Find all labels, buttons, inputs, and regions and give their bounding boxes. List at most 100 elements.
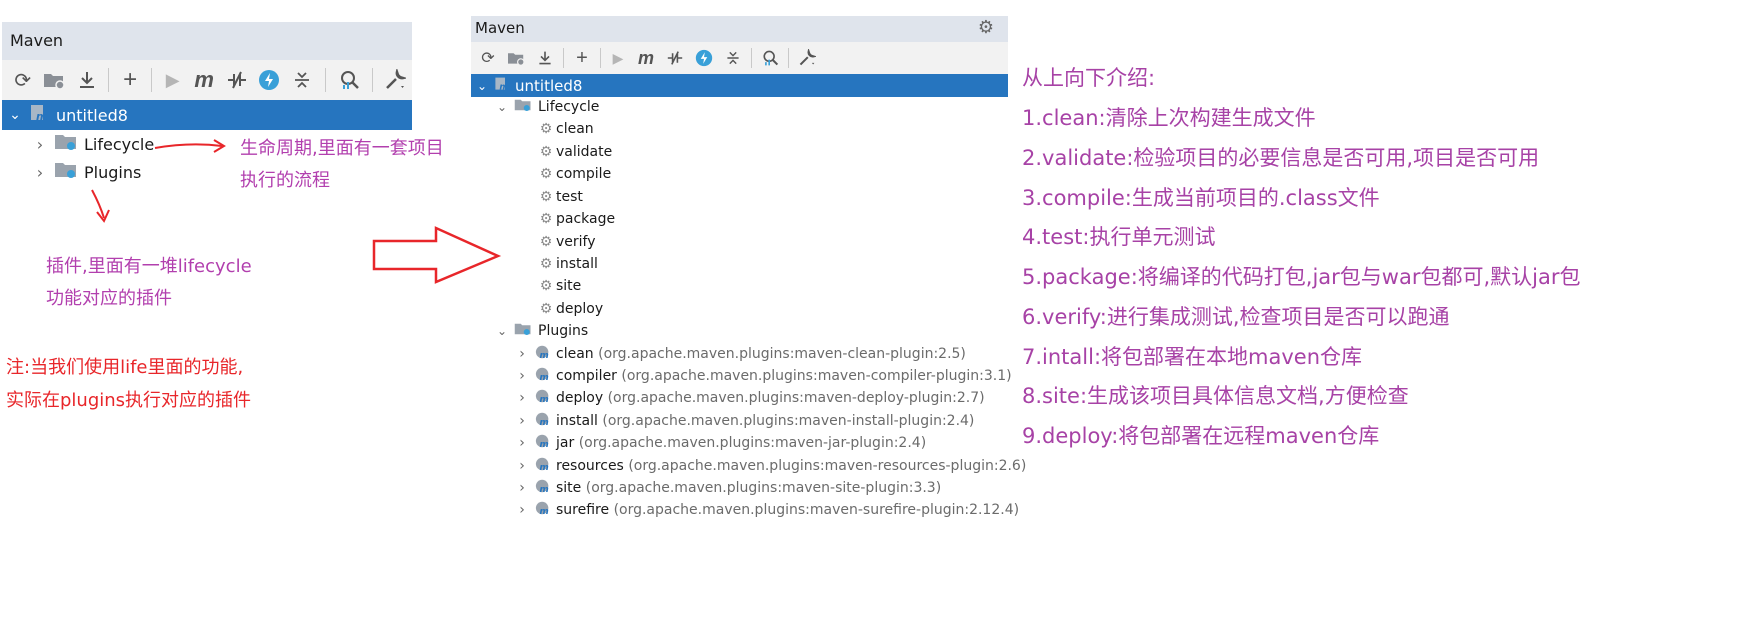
chevron-right-icon[interactable]: ›: [514, 502, 530, 518]
svg-text:m: m: [539, 418, 548, 427]
chevron-right-icon[interactable]: ›: [514, 480, 530, 496]
gear-icon: ⚙: [539, 301, 553, 317]
reload-icon[interactable]: ⟳: [475, 48, 501, 68]
gear-icon: ⚙: [539, 278, 553, 294]
plugin-name: site: [556, 480, 582, 496]
gear-icon: ⚙: [539, 234, 553, 250]
plugin-icon: m: [534, 500, 556, 520]
chevron-down-icon[interactable]: ⌄: [494, 100, 510, 114]
plugin-coordinates: (org.apache.maven.plugins:maven-compiler…: [621, 368, 1012, 384]
settings-wrench-icon[interactable]: [793, 49, 821, 67]
plugin-coordinates: (org.apache.maven.plugins:maven-surefire…: [613, 502, 1020, 518]
phase-label: validate: [556, 144, 613, 160]
plugins-label: Plugins: [538, 323, 589, 339]
chevron-right-icon[interactable]: ›: [514, 390, 530, 406]
lifecycle-phase-item[interactable]: ⚙ test: [536, 186, 583, 208]
gear-icon[interactable]: ⚙: [978, 17, 994, 38]
intro-item: 2.validate:检验项目的必要信息是否可用,项目是否可用: [1022, 146, 1540, 170]
plugin-name: surefire: [556, 502, 610, 518]
intro-item: 1.clean:清除上次构建生成文件: [1022, 106, 1316, 130]
warning-note-line: 实际在plugins执行对应的插件: [6, 390, 252, 411]
project-name: untitled8: [515, 76, 583, 95]
plugin-item[interactable]: › m surefire (org.apache.maven.plugins:mav…: [514, 499, 1019, 521]
phase-label: install: [556, 256, 598, 272]
lifecycle-phase-item[interactable]: ⚙ clean: [536, 118, 594, 140]
generate-sources-icon[interactable]: [501, 50, 531, 66]
lifecycle-phase-item[interactable]: ⚙ deploy: [536, 298, 603, 320]
toggle-offline-icon[interactable]: [661, 50, 689, 66]
plugin-item[interactable]: › m site (org.apache.maven.plugins:maven-s…: [514, 477, 941, 499]
plugins-note-line: 功能对应的插件: [46, 288, 172, 309]
skip-tests-icon[interactable]: [689, 49, 719, 67]
svg-text:m: m: [539, 507, 548, 516]
plugin-item[interactable]: › m deploy (org.apache.maven.plugins:maven…: [514, 387, 985, 409]
tree-item-plugins[interactable]: ⌄ Plugins: [494, 320, 588, 342]
svg-text:m: m: [499, 82, 508, 91]
gear-icon: ⚙: [539, 166, 553, 182]
gear-icon: ⚙: [539, 189, 553, 205]
collapse-all-icon[interactable]: [719, 50, 747, 66]
lifecycle-note-line: 执行的流程: [240, 170, 330, 191]
intro-item: 9.deploy:将包部署在远程maven仓库: [1022, 424, 1380, 448]
download-icon[interactable]: [531, 50, 559, 66]
chevron-right-icon[interactable]: ›: [514, 458, 530, 474]
gear-icon: ⚙: [539, 121, 553, 137]
intro-item: 7.intall:将包部署在本地maven仓库: [1022, 345, 1363, 369]
plugin-coordinates: (org.apache.maven.plugins:maven-deploy-p…: [607, 390, 985, 406]
chevron-right-icon[interactable]: ›: [514, 413, 530, 429]
plugin-name: install: [556, 413, 598, 429]
plugin-coordinates: (org.apache.maven.plugins:maven-site-plu…: [585, 480, 942, 496]
chevron-right-icon[interactable]: ›: [514, 368, 530, 384]
svg-text:m: m: [539, 485, 548, 494]
add-icon[interactable]: +: [568, 47, 596, 70]
run-icon[interactable]: ▶: [605, 50, 631, 67]
svg-text:m: m: [539, 351, 548, 360]
plugin-icon: m: [534, 411, 556, 431]
lifecycle-phase-item[interactable]: ⚙ compile: [536, 163, 611, 185]
chevron-down-icon[interactable]: ⌄: [494, 324, 510, 338]
chevron-down-icon[interactable]: ⌄: [471, 79, 493, 93]
lifecycle-phase-item[interactable]: ⚙ package: [536, 208, 615, 230]
plugin-item[interactable]: › m clean (org.apache.maven.plugins:maven-…: [514, 343, 966, 365]
plugin-coordinates: (org.apache.maven.plugins:maven-jar-plug…: [578, 435, 927, 451]
plugin-name: compiler: [556, 368, 617, 384]
tree-item-lifecycle[interactable]: ⌄ Lifecycle: [494, 96, 599, 118]
svg-text:m: m: [539, 395, 548, 404]
panel-header: Maven ⚙: [471, 16, 1008, 42]
chevron-right-icon[interactable]: ›: [514, 435, 530, 451]
svg-text:m: m: [539, 373, 548, 382]
chevron-right-icon[interactable]: ›: [514, 346, 530, 362]
plugin-item[interactable]: › m jar (org.apache.maven.plugins:maven-ja…: [514, 432, 926, 454]
intro-item: 5.package:将编译的代码打包,jar包与war包都可,默认jar包: [1022, 265, 1581, 289]
warning-note: 注:当我们使用life里面的功能, 实际在plugins执行对应的插件: [6, 351, 251, 417]
plugin-icon: m: [534, 433, 556, 453]
panel-title: Maven: [475, 19, 525, 37]
plugin-coordinates: (org.apache.maven.plugins:maven-resource…: [628, 458, 1027, 474]
plugin-item[interactable]: › m install (org.apache.maven.plugins:mave…: [514, 410, 974, 432]
intro-item: 3.compile:生成当前项目的.class文件: [1022, 186, 1380, 210]
phase-label: clean: [556, 121, 594, 137]
big-right-arrow-icon: [372, 226, 502, 284]
intro-item: 6.verify:进行集成测试,检查项目是否可以跑通: [1022, 305, 1450, 329]
plugin-name: jar: [556, 435, 575, 451]
phase-label: site: [556, 278, 582, 294]
phase-label: deploy: [556, 301, 604, 317]
plugin-name: resources: [556, 458, 624, 474]
folder-gear-icon: [514, 97, 538, 117]
tree-item-project[interactable]: ⌄ m untitled8: [471, 74, 1008, 97]
plugin-item[interactable]: › m resources (org.apache.maven.plugins:ma…: [514, 455, 1026, 477]
plugin-icon: m: [534, 366, 556, 386]
analyze-dependencies-icon[interactable]: [756, 49, 784, 67]
lifecycle-note: 生命周期,里面有一套项目 执行的流程: [240, 133, 444, 197]
execute-goal-icon[interactable]: m: [631, 48, 661, 69]
svg-text:m: m: [539, 463, 548, 472]
lifecycle-phase-item[interactable]: ⚙ install: [536, 253, 598, 275]
maven-panel-right: Maven ⚙ ⟳ + ▶ m ⌄ m untitled8: [471, 16, 1008, 98]
lifecycle-note-line: 生命周期,里面有一套项目: [240, 138, 444, 159]
lifecycle-phase-item[interactable]: ⚙ site: [536, 275, 582, 297]
intro-heading: 从上向下介绍:: [1022, 66, 1156, 90]
lifecycle-phase-item[interactable]: ⚙ verify: [536, 231, 596, 253]
plugin-item[interactable]: › m compiler (org.apache.maven.plugins:mav…: [514, 365, 1012, 387]
lifecycle-phase-item[interactable]: ⚙ validate: [536, 141, 613, 163]
plugins-note: 插件,里面有一堆lifecycle 功能对应的插件: [46, 251, 252, 315]
